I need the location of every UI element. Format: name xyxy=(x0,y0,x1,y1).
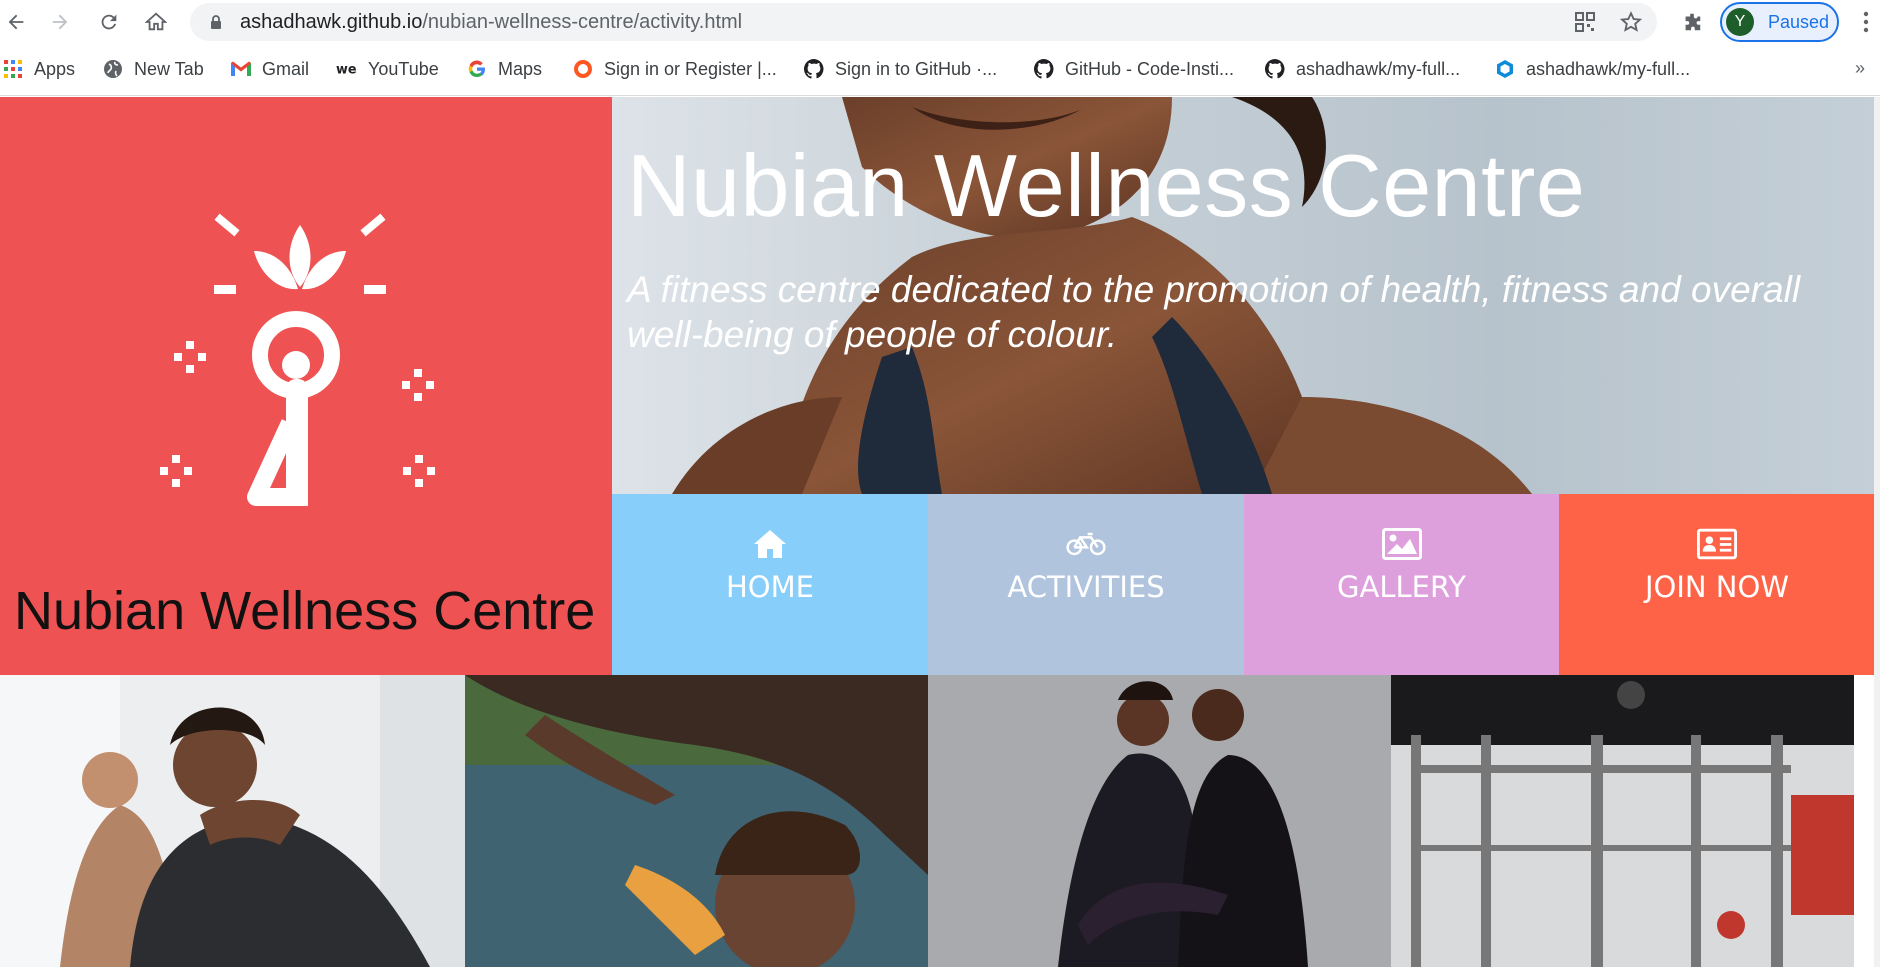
bookmark-apps[interactable]: Apps xyxy=(2,56,75,82)
bookmark-github-code-institute[interactable]: GitHub - Code-Insti... xyxy=(1033,56,1234,82)
bookmark-maps[interactable]: Maps xyxy=(466,56,542,82)
home-icon xyxy=(750,526,790,562)
bookmarks-bar: Apps New Tab Gmail we YouTube Maps Sign … xyxy=(0,44,1880,96)
bookmark-label: Apps xyxy=(34,58,76,79)
back-icon[interactable] xyxy=(0,6,32,38)
avatar: Y xyxy=(1726,8,1754,36)
bookmark-github-sign-in[interactable]: Sign in to GitHub ·... xyxy=(803,56,997,82)
bookmark-label: Sign in or Register |... xyxy=(604,58,777,79)
nav-label: ACTIVITIES xyxy=(1007,570,1165,604)
nav-label: GALLERY xyxy=(1337,570,1466,604)
reload-icon[interactable] xyxy=(93,6,125,38)
bookmark-label: Gmail xyxy=(262,58,310,79)
url-path: /nubian-wellness-centre/activity.html xyxy=(422,11,743,33)
github-icon xyxy=(803,58,825,80)
nav-label: HOME xyxy=(726,570,814,604)
yoga-lotus-logo-icon[interactable] xyxy=(120,207,480,567)
github-icon xyxy=(1033,58,1055,80)
bookmark-sign-in-register[interactable]: Sign in or Register |... xyxy=(572,56,777,82)
url-text: ashadhawk.github.io/nubian-wellness-cent… xyxy=(240,3,742,41)
apps-grid-icon xyxy=(2,58,24,80)
bookmark-star-icon[interactable] xyxy=(1619,10,1643,34)
bookmark-new-tab[interactable]: New Tab xyxy=(102,56,204,82)
github-icon xyxy=(1264,58,1286,80)
swimming-photo[interactable] xyxy=(465,675,928,967)
nav-label: JOIN NOW xyxy=(1644,570,1790,604)
browser-menu-icon[interactable] xyxy=(1850,6,1880,38)
nav-gallery[interactable]: GALLERY xyxy=(1244,494,1559,675)
we-icon: we xyxy=(336,58,358,80)
qr-code-icon[interactable] xyxy=(1573,10,1597,34)
svg-text:we: we xyxy=(336,63,357,77)
google-icon xyxy=(466,58,488,80)
gmail-icon xyxy=(230,58,252,80)
page-scrollbar[interactable] xyxy=(1874,97,1880,967)
bookmark-gmail[interactable]: Gmail xyxy=(230,56,309,82)
page-content: Nubian Wellness Centre Nubian Wellness C… xyxy=(0,97,1880,967)
url-host: ashadhawk.github.io xyxy=(240,11,423,33)
bookmarks-overflow-button[interactable]: » xyxy=(1855,58,1865,79)
bookmark-ashadhawk-repo[interactable]: ashadhawk/my-full... xyxy=(1264,56,1460,82)
profile-status: Paused xyxy=(1768,12,1830,32)
dance-photo[interactable] xyxy=(928,675,1391,967)
yoga-photo[interactable] xyxy=(0,675,465,967)
home-browser-icon[interactable] xyxy=(140,6,172,38)
ring-icon xyxy=(572,58,594,80)
logo-panel: Nubian Wellness Centre xyxy=(0,97,612,675)
gym-photo[interactable] xyxy=(1391,675,1854,967)
brand-name[interactable]: Nubian Wellness Centre xyxy=(14,580,595,642)
bookmark-label: Sign in to GitHub ·... xyxy=(835,58,998,79)
extensions-puzzle-icon[interactable] xyxy=(1676,6,1708,38)
forward-icon[interactable] xyxy=(44,6,76,38)
nav-home[interactable]: HOME xyxy=(612,494,928,675)
bookmark-label: New Tab xyxy=(134,58,204,79)
bookmark-label: ashadhawk/my-full... xyxy=(1526,58,1691,79)
cube-icon xyxy=(1494,58,1516,80)
hero-title: Nubian Wellness Centre xyxy=(627,136,1586,235)
bookmark-label: YouTube xyxy=(368,58,439,79)
bookmark-label: ashadhawk/my-full... xyxy=(1296,58,1461,79)
bookmark-label: GitHub - Code-Insti... xyxy=(1065,58,1235,79)
address-bar[interactable]: ashadhawk.github.io/nubian-wellness-cent… xyxy=(190,3,1657,41)
globe-icon xyxy=(102,58,124,80)
hero-banner: Nubian Wellness Centre A fitness centre … xyxy=(612,97,1874,494)
nav-join-now[interactable]: JOIN NOW xyxy=(1559,494,1875,675)
bicycle-icon xyxy=(1066,526,1106,562)
image-icon xyxy=(1381,526,1422,562)
id-card-icon xyxy=(1697,526,1737,562)
bookmark-youtube[interactable]: we YouTube xyxy=(336,56,439,82)
lock-icon xyxy=(208,14,224,30)
bookmark-ashadhawk-repo-2[interactable]: ashadhawk/my-full... xyxy=(1494,56,1690,82)
browser-toolbar: ashadhawk.github.io/nubian-wellness-cent… xyxy=(0,0,1880,44)
profile-button[interactable]: Y Paused xyxy=(1720,2,1839,42)
nav-activities[interactable]: ACTIVITIES xyxy=(928,494,1244,675)
hero-subtitle: A fitness centre dedicated to the promot… xyxy=(627,269,1801,355)
bookmark-label: Maps xyxy=(498,58,543,79)
